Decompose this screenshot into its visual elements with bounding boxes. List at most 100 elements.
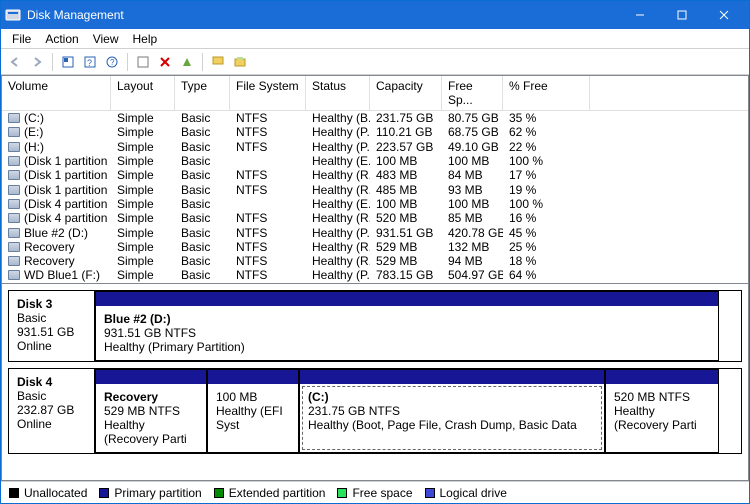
col-filesystem[interactable]: File System bbox=[230, 76, 306, 110]
forward-button[interactable] bbox=[27, 52, 47, 72]
volume-row[interactable]: WD Blue1 (F:)SimpleBasicNTFSHealthy (P..… bbox=[2, 268, 748, 282]
vol-capacity: 223.57 GB bbox=[370, 140, 442, 154]
vol-name: (Disk 1 partition 6) bbox=[24, 183, 111, 197]
volume-row[interactable]: (Disk 1 partition 2)SimpleBasicHealthy (… bbox=[2, 154, 748, 168]
maximize-button[interactable] bbox=[661, 1, 703, 29]
volume-row[interactable]: (Disk 1 partition 6)SimpleBasicNTFSHealt… bbox=[2, 182, 748, 196]
vol-status: Healthy (R... bbox=[306, 211, 370, 225]
drive-icon bbox=[8, 170, 20, 180]
volume-row[interactable]: (Disk 1 partition 5)SimpleBasicNTFSHealt… bbox=[2, 168, 748, 182]
vol-type: Basic bbox=[175, 268, 230, 282]
disk-size: 232.87 GB bbox=[17, 403, 86, 417]
volume-row[interactable]: (Disk 4 partition 5)SimpleBasicNTFSHealt… bbox=[2, 211, 748, 225]
swatch-free bbox=[337, 488, 347, 498]
disk-info[interactable]: Disk 4Basic232.87 GBOnline bbox=[9, 369, 95, 453]
partition-health: Healthy (Recovery Parti bbox=[614, 404, 710, 432]
col-layout[interactable]: Layout bbox=[111, 76, 175, 110]
vol-capacity: 110.21 GB bbox=[370, 125, 442, 139]
volume-list-header: Volume Layout Type File System Status Ca… bbox=[2, 76, 748, 111]
col-capacity[interactable]: Capacity bbox=[370, 76, 442, 110]
vol-status: Healthy (R... bbox=[306, 182, 370, 196]
col-status[interactable]: Status bbox=[306, 76, 370, 110]
delete-button[interactable] bbox=[155, 52, 175, 72]
vol-free: 49.10 GB bbox=[442, 140, 503, 154]
partition-title: (C:) bbox=[308, 390, 596, 404]
vol-fs: NTFS bbox=[230, 140, 306, 154]
action3-button[interactable] bbox=[208, 52, 228, 72]
help-button[interactable]: ? bbox=[102, 52, 122, 72]
vol-status: Healthy (R... bbox=[306, 240, 370, 254]
vol-pct: 45 % bbox=[503, 225, 590, 239]
vol-name: Recovery bbox=[24, 240, 75, 254]
vol-type: Basic bbox=[175, 125, 230, 139]
partition-stripe bbox=[96, 292, 718, 306]
action4-button[interactable] bbox=[230, 52, 250, 72]
volume-row[interactable]: (H:)SimpleBasicNTFSHealthy (P...223.57 G… bbox=[2, 140, 748, 154]
col-type[interactable]: Type bbox=[175, 76, 230, 110]
swatch-primary bbox=[99, 488, 109, 498]
refresh-button[interactable] bbox=[58, 52, 78, 72]
action1-button[interactable] bbox=[133, 52, 153, 72]
vol-name: (E:) bbox=[24, 125, 43, 139]
partition-stripe bbox=[208, 370, 298, 384]
vol-status: Healthy (P... bbox=[306, 125, 370, 139]
vol-fs: NTFS bbox=[230, 111, 306, 125]
back-button[interactable] bbox=[5, 52, 25, 72]
vol-status: Healthy (E... bbox=[306, 154, 370, 168]
vol-fs: NTFS bbox=[230, 225, 306, 239]
vol-layout: Simple bbox=[111, 254, 175, 268]
menu-bar: File Action View Help bbox=[1, 29, 749, 49]
vol-free: 94 MB bbox=[442, 254, 503, 268]
vol-layout: Simple bbox=[111, 168, 175, 182]
vol-fs: NTFS bbox=[230, 211, 306, 225]
partition[interactable]: 520 MB NTFSHealthy (Recovery Parti bbox=[605, 369, 719, 453]
volume-row[interactable]: (Disk 4 partition 2)SimpleBasicHealthy (… bbox=[2, 197, 748, 211]
menu-action[interactable]: Action bbox=[38, 31, 85, 47]
vol-status: Healthy (P... bbox=[306, 268, 370, 282]
legend-free: Free space bbox=[352, 486, 412, 500]
volume-row[interactable]: RecoverySimpleBasicNTFSHealthy (R...529 … bbox=[2, 254, 748, 268]
vol-status: Healthy (E... bbox=[306, 197, 370, 211]
disk-info[interactable]: Disk 3Basic931.51 GBOnline bbox=[9, 291, 95, 361]
swatch-extended bbox=[214, 488, 224, 498]
partition[interactable]: Blue #2 (D:)931.51 GB NTFSHealthy (Prima… bbox=[95, 291, 719, 361]
app-icon bbox=[5, 7, 21, 23]
vol-name: (C:) bbox=[24, 111, 44, 125]
menu-file[interactable]: File bbox=[5, 31, 38, 47]
col-freespace[interactable]: Free Sp... bbox=[442, 76, 503, 110]
volume-row[interactable]: Blue #2 (D:)SimpleBasicNTFSHealthy (P...… bbox=[2, 225, 748, 239]
volume-row[interactable]: RecoverySimpleBasicNTFSHealthy (R...529 … bbox=[2, 240, 748, 254]
vol-name: WD Blue1 (F:) bbox=[24, 268, 100, 282]
toolbar: ? ? bbox=[1, 49, 749, 75]
partition-title: Blue #2 (D:) bbox=[104, 312, 710, 326]
legend-unallocated: Unallocated bbox=[24, 486, 87, 500]
vol-status: Healthy (R... bbox=[306, 168, 370, 182]
drive-icon bbox=[8, 213, 20, 223]
drive-icon bbox=[8, 127, 20, 137]
partition[interactable]: Recovery529 MB NTFSHealthy (Recovery Par… bbox=[95, 369, 207, 453]
partition[interactable]: (C:)231.75 GB NTFSHealthy (Boot, Page Fi… bbox=[299, 369, 605, 453]
minimize-button[interactable] bbox=[619, 1, 661, 29]
vol-pct: 35 % bbox=[503, 111, 590, 125]
vol-capacity: 231.75 GB bbox=[370, 111, 442, 125]
menu-help[interactable]: Help bbox=[126, 31, 165, 47]
volume-row[interactable]: (C:)SimpleBasicNTFSHealthy (B...231.75 G… bbox=[2, 111, 748, 125]
drive-icon bbox=[8, 185, 20, 195]
partition[interactable]: 100 MBHealthy (EFI Syst bbox=[207, 369, 299, 453]
col-pctfree[interactable]: % Free bbox=[503, 76, 590, 110]
drive-icon bbox=[8, 113, 20, 123]
vol-type: Basic bbox=[175, 182, 230, 196]
col-volume[interactable]: Volume bbox=[2, 76, 111, 110]
vol-free: 93 MB bbox=[442, 182, 503, 196]
properties-button[interactable]: ? bbox=[80, 52, 100, 72]
vol-pct: 16 % bbox=[503, 211, 590, 225]
volume-row[interactable]: (E:)SimpleBasicNTFSHealthy (P...110.21 G… bbox=[2, 125, 748, 139]
close-button[interactable] bbox=[703, 1, 745, 29]
vol-pct: 62 % bbox=[503, 125, 590, 139]
vol-fs: NTFS bbox=[230, 125, 306, 139]
vol-capacity: 100 MB bbox=[370, 154, 442, 168]
action2-button[interactable] bbox=[177, 52, 197, 72]
vol-capacity: 783.15 GB bbox=[370, 268, 442, 282]
menu-view[interactable]: View bbox=[86, 31, 126, 47]
vol-free: 420.78 GB bbox=[442, 225, 503, 239]
